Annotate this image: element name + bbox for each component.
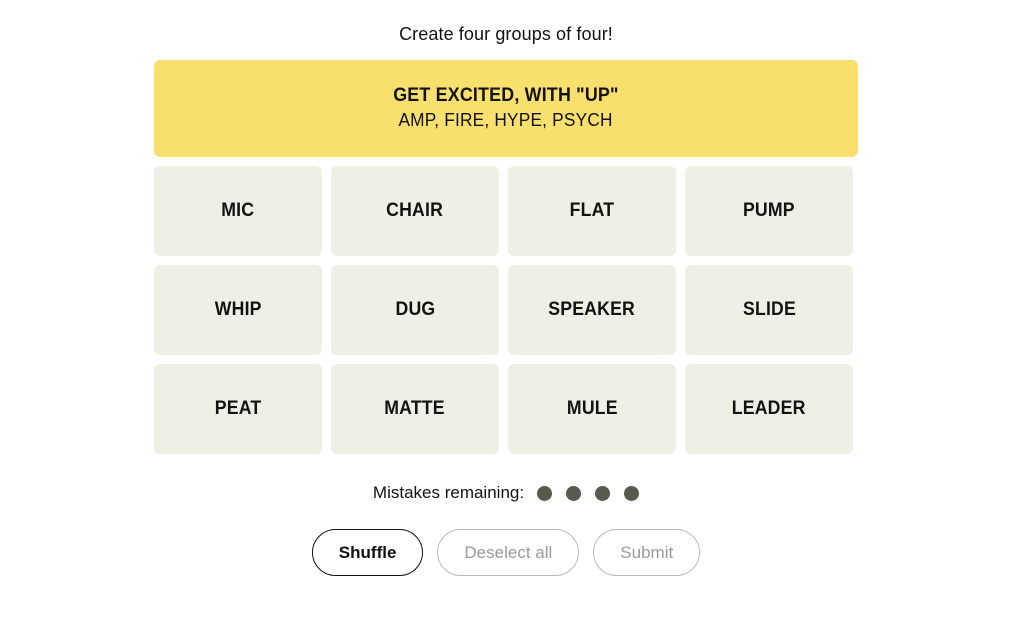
connections-game: Create four groups of four! GET EXCITED,… bbox=[0, 0, 1012, 631]
mistakes-remaining: Mistakes remaining: bbox=[372, 483, 640, 503]
shuffle-button[interactable]: Shuffle bbox=[311, 529, 424, 576]
solved-group-title: GET EXCITED, WITH "UP" bbox=[393, 85, 619, 106]
mistake-dot bbox=[566, 485, 582, 501]
word-tile-whip[interactable]: WHIP bbox=[154, 265, 322, 355]
deselect-all-button: Deselect all bbox=[437, 529, 580, 576]
word-tile-label: SLIDE bbox=[742, 299, 796, 320]
word-tile-label: PEAT bbox=[214, 398, 262, 419]
word-tile-label: SPEAKER bbox=[548, 299, 636, 320]
tile-row: MIC CHAIR FLAT PUMP bbox=[154, 166, 858, 256]
page-title: Create four groups of four! bbox=[399, 24, 613, 44]
word-tile-label: FLAT bbox=[569, 200, 615, 221]
mistake-dot bbox=[595, 485, 611, 501]
word-tile-leader[interactable]: LEADER bbox=[685, 364, 853, 454]
word-tile-speaker[interactable]: SPEAKER bbox=[508, 265, 676, 355]
word-tile-label: DUG bbox=[395, 299, 435, 320]
word-tile-label: CHAIR bbox=[386, 200, 444, 221]
tile-row: WHIP DUG SPEAKER SLIDE bbox=[154, 265, 858, 355]
word-tile-label: MULE bbox=[566, 398, 618, 419]
tile-grid: MIC CHAIR FLAT PUMP WHIP DUG SPEAKER SLIDE PEAT M… bbox=[154, 166, 858, 454]
word-tile-peat[interactable]: PEAT bbox=[154, 364, 322, 454]
submit-button: Submit bbox=[593, 529, 701, 576]
word-tile-pump[interactable]: PUMP bbox=[685, 166, 853, 256]
mistake-dot bbox=[537, 485, 553, 501]
word-tile-matte[interactable]: MATTE bbox=[331, 364, 499, 454]
word-tile-label: LEADER bbox=[732, 398, 806, 419]
word-tile-label: PUMP bbox=[743, 200, 795, 221]
solved-groups-container: GET EXCITED, WITH "UP" AMP, FIRE, HYPE, P… bbox=[154, 60, 858, 157]
solved-group-members: AMP, FIRE, HYPE, PSYCH bbox=[398, 110, 614, 130]
mistakes-dots bbox=[537, 485, 640, 501]
puzzle-board: GET EXCITED, WITH "UP" AMP, FIRE, HYPE, P… bbox=[154, 60, 858, 454]
word-tile-chair[interactable]: CHAIR bbox=[331, 166, 499, 256]
word-tile-mic[interactable]: MIC bbox=[154, 166, 322, 256]
word-tile-flat[interactable]: FLAT bbox=[508, 166, 676, 256]
mistakes-label: Mistakes remaining: bbox=[372, 483, 525, 502]
word-tile-dug[interactable]: DUG bbox=[331, 265, 499, 355]
solved-group-yellow: GET EXCITED, WITH "UP" AMP, FIRE, HYPE, P… bbox=[154, 60, 858, 157]
word-tile-label: MIC bbox=[221, 200, 255, 221]
word-tile-label: WHIP bbox=[214, 299, 262, 320]
tile-row: PEAT MATTE MULE LEADER bbox=[154, 364, 858, 454]
word-tile-label: MATTE bbox=[384, 398, 446, 419]
word-tile-slide[interactable]: SLIDE bbox=[685, 265, 853, 355]
word-tile-mule[interactable]: MULE bbox=[508, 364, 676, 454]
action-buttons: Shuffle Deselect all Submit bbox=[311, 529, 701, 576]
mistake-dot bbox=[624, 485, 640, 501]
